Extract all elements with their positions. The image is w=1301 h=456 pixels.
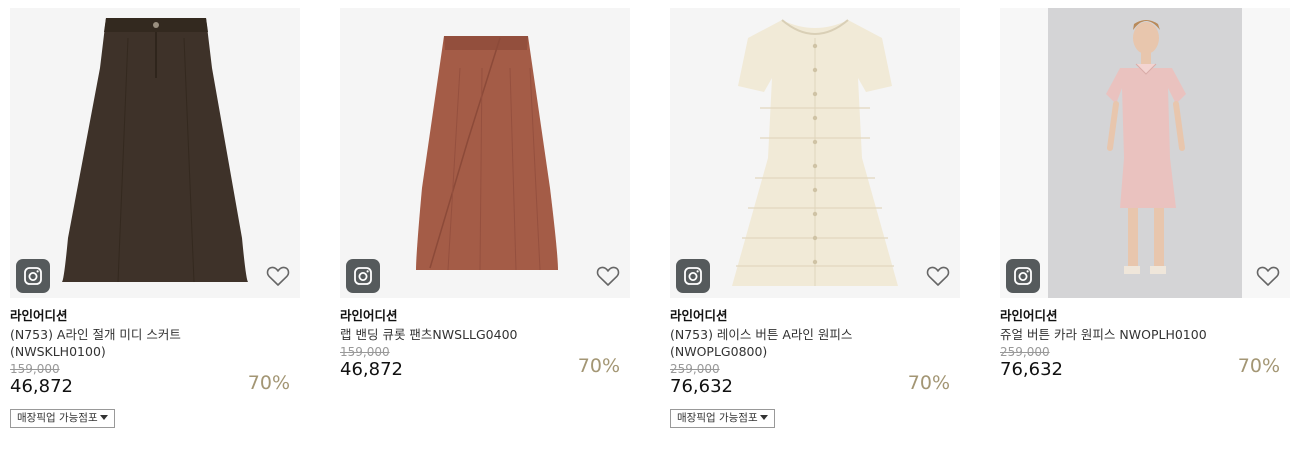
product-name[interactable]: 쥬얼 버튼 카라 원피스 NWOPLH0100 — [1000, 326, 1290, 343]
skirt-image — [10, 8, 300, 298]
product-name[interactable]: 랩 밴딩 큐롯 팬츠NWSLLG0400 — [340, 326, 630, 343]
instagram-button[interactable] — [1006, 259, 1040, 293]
instagram-icon — [684, 267, 702, 285]
product-card[interactable]: 라인어디션 (N753) A라인 절개 미디 스커트 (NWSKLH0100) … — [10, 8, 300, 428]
price-block: 259,000 76,632 70% — [670, 362, 960, 402]
product-image[interactable] — [1000, 8, 1290, 298]
instagram-icon — [354, 267, 372, 285]
lace-dress-image — [670, 8, 960, 298]
culotte-image — [340, 8, 630, 298]
discount-rate: 70% — [1237, 355, 1280, 377]
price-block: 159,000 46,872 70% — [340, 345, 630, 385]
price-block: 159,000 46,872 70% — [10, 362, 300, 402]
product-image[interactable] — [340, 8, 630, 298]
discount-rate: 70% — [907, 372, 950, 394]
instagram-icon — [24, 267, 42, 285]
store-pickup-dropdown[interactable]: 매장픽업 가능점포 — [670, 409, 775, 428]
instagram-button[interactable] — [676, 259, 710, 293]
instagram-button[interactable] — [16, 259, 50, 293]
heart-icon[interactable] — [265, 263, 291, 289]
pickup-label: 매장픽업 가능점포 — [17, 412, 98, 424]
caret-down-icon — [759, 415, 768, 420]
price-block: 259,000 76,632 70% — [1000, 345, 1290, 385]
product-name[interactable]: (N753) A라인 절개 미디 스커트 (NWSKLH0100) — [10, 326, 300, 360]
brand-name[interactable]: 라인어디션 — [670, 308, 960, 324]
product-card[interactable]: 라인어디션 (N753) 레이스 버튼 A라인 원피스 (NWOPLG0800)… — [670, 8, 960, 428]
discount-rate: 70% — [577, 355, 620, 377]
store-pickup-dropdown[interactable]: 매장픽업 가능점포 — [10, 409, 115, 428]
instagram-icon — [1014, 267, 1032, 285]
heart-icon[interactable] — [595, 263, 621, 289]
product-image[interactable] — [10, 8, 300, 298]
brand-name[interactable]: 라인어디션 — [10, 308, 300, 324]
pink-dress-model-image — [1000, 8, 1290, 298]
discount-rate: 70% — [247, 372, 290, 394]
brand-name[interactable]: 라인어디션 — [1000, 308, 1290, 324]
product-image[interactable] — [670, 8, 960, 298]
heart-icon[interactable] — [1255, 263, 1281, 289]
pickup-label: 매장픽업 가능점포 — [677, 412, 758, 424]
brand-name[interactable]: 라인어디션 — [340, 308, 630, 324]
caret-down-icon — [99, 415, 108, 420]
product-card[interactable]: 라인어디션 쥬얼 버튼 카라 원피스 NWOPLH0100 259,000 76… — [1000, 8, 1290, 385]
instagram-button[interactable] — [346, 259, 380, 293]
product-name[interactable]: (N753) 레이스 버튼 A라인 원피스 (NWOPLG0800) — [670, 326, 960, 360]
product-card[interactable]: 라인어디션 랩 밴딩 큐롯 팬츠NWSLLG0400 159,000 46,87… — [340, 8, 630, 385]
heart-icon[interactable] — [925, 263, 951, 289]
